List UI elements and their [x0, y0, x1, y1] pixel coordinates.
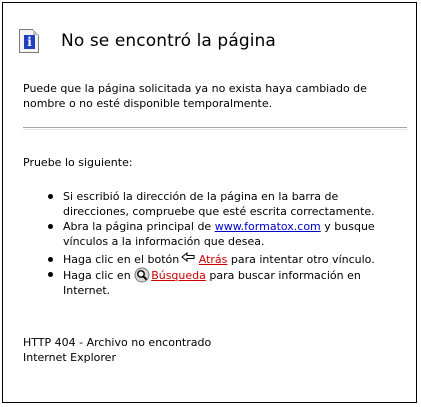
- search-link[interactable]: Búsqueda: [151, 269, 206, 282]
- page-title: No se encontró la página: [61, 31, 276, 51]
- tip-back-prefix: Haga clic en el botón: [63, 253, 180, 266]
- footer: HTTP 404 - Archivo no encontrado Interne…: [23, 335, 211, 365]
- error-page-frame: i No se encontró la página Puede que la …: [2, 2, 417, 403]
- intro-text: Puede que la página solicitada ya no exi…: [23, 82, 367, 110]
- tip-home-prefix: Abra la página principal de: [63, 220, 212, 233]
- page-header: i No se encontró la página: [19, 29, 276, 53]
- tip-check-address: Si escribió la dirección de la página en…: [45, 189, 395, 219]
- tip-back-button: Haga clic en el botón Atrás para intenta…: [45, 252, 395, 267]
- divider: [23, 127, 407, 130]
- info-icon: i: [19, 29, 39, 53]
- tip-search-prefix: Haga clic en: [63, 269, 131, 282]
- tip-search: Haga clic en Búsqueda para buscar inform…: [45, 267, 395, 298]
- back-arrow-icon: [181, 252, 195, 262]
- tip-home-page: Abra la página principal de www.formatox…: [45, 219, 395, 249]
- browser-name: Internet Explorer: [23, 351, 116, 364]
- home-page-link[interactable]: www.formatox.com: [215, 220, 321, 233]
- try-label: Pruebe lo siguiente:: [23, 156, 133, 169]
- tip-back-suffix: para intentar otro vínculo.: [230, 253, 375, 266]
- tip-address-text: Si escribió la dirección de la página en…: [63, 190, 375, 218]
- back-link[interactable]: Atrás: [199, 253, 228, 266]
- tips-list: Si escribió la dirección de la página en…: [45, 189, 395, 298]
- search-icon: [134, 267, 150, 283]
- error-status: HTTP 404 - Archivo no encontrado: [23, 336, 212, 349]
